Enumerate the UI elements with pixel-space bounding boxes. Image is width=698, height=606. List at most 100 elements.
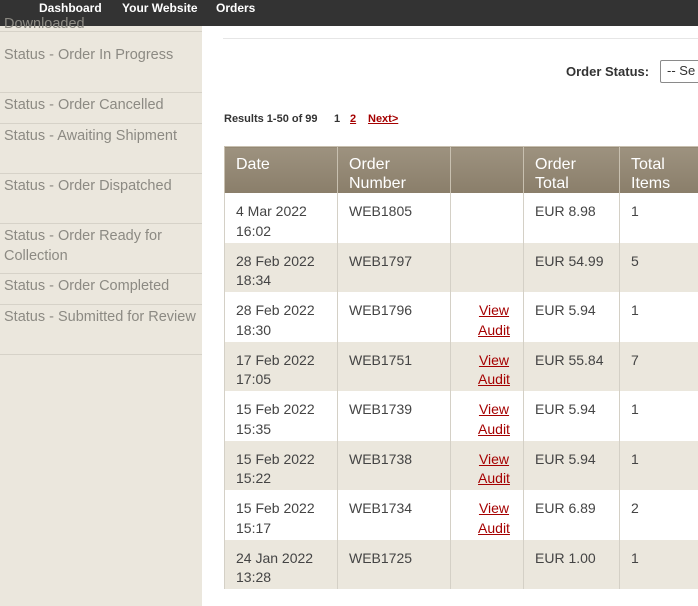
total-items-cell: 1 (619, 391, 698, 441)
order-total-cell: EUR 5.94 (523, 440, 620, 490)
date-cell: 17 Feb 2022 17:05 (224, 341, 338, 391)
view-audit-link[interactable]: View Audit (478, 352, 510, 388)
date-cell: 24 Jan 2022 13:28 (224, 539, 338, 589)
sidebar-item-label: Status - Submitted for Review (4, 309, 196, 325)
order-time: 15:35 (236, 420, 272, 437)
table-row[interactable]: 15 Feb 2022 15:17 WEB1734 View Audit EUR 6.89… (224, 490, 698, 540)
order-total-cell: EUR 55.84 (523, 341, 620, 391)
audit-cell (450, 242, 524, 292)
table-row[interactable]: 15 Feb 2022 15:35 WEB1739 View Audit EUR 5.94… (224, 391, 698, 441)
order-number-cell: WEB1796 (337, 292, 451, 342)
column-header-order-total[interactable]: Order Total (523, 146, 620, 193)
order-date: 15 Feb 2022 (236, 450, 315, 467)
order-status-select[interactable]: -- Se (660, 60, 698, 83)
nav-orders[interactable]: Orders (216, 0, 255, 16)
order-number-cell: WEB1797 (337, 242, 451, 292)
order-number-cell: WEB1805 (337, 193, 451, 243)
page-1-current: 1 (334, 113, 341, 125)
total-items-cell: 2 (619, 490, 698, 540)
sidebar-item-order-in-progress[interactable]: Status - Order In Progress (0, 43, 202, 93)
order-total-cell: EUR 54.99 (523, 242, 620, 292)
table-row[interactable]: 28 Feb 2022 18:30 WEB1796 View Audit EUR 5.94… (224, 292, 698, 342)
order-time: 18:34 (236, 272, 272, 288)
sidebar-item-order-dispatched[interactable]: Status - Order Dispatched (0, 174, 202, 224)
view-audit-link[interactable]: View Audit (478, 451, 510, 487)
results-count: Results 1-50 of 99 (224, 113, 318, 125)
audit-link-label: Audit (478, 371, 510, 387)
sidebar-item-awaiting-shipment[interactable]: Status - Awaiting Shipment (0, 124, 202, 174)
order-total-cell: EUR 1.00 (523, 539, 620, 589)
table-row[interactable]: 28 Feb 2022 18:34 WEB1797 EUR 54.99 5 (224, 242, 698, 292)
order-date: 28 Feb 2022 (236, 252, 315, 269)
audit-link-label: Audit (478, 420, 510, 437)
view-link-label: View (478, 450, 510, 467)
page-2-link[interactable]: 2 (350, 113, 356, 125)
sidebar: Downloaded Status - Order In Progress St… (0, 16, 202, 606)
column-header-date[interactable]: Date (224, 146, 338, 193)
audit-link-label: Audit (478, 519, 510, 536)
audit-link-label: Audit (478, 470, 510, 486)
order-status-label: Order Status: (566, 64, 650, 79)
next-page-link[interactable]: Next> (368, 113, 398, 125)
order-total-cell: EUR 5.94 (523, 292, 620, 342)
total-items-cell: 5 (619, 242, 698, 292)
audit-cell (450, 193, 524, 243)
sidebar-item-downloaded[interactable]: Downloaded (0, 14, 202, 32)
order-number-cell: WEB1738 (337, 440, 451, 490)
orders-table: Date Order Number Order Total Total Item… (224, 146, 698, 589)
pagination-bar: Results 1-50 of 99 1 2 Next> (224, 113, 398, 125)
sidebar-item-label: Status - Order In Progress (4, 47, 174, 63)
total-items-cell: 1 (619, 292, 698, 342)
total-items-cell: 1 (619, 193, 698, 243)
sidebar-item-label: Status - Order Dispatched (4, 178, 172, 194)
column-header-order-number[interactable]: Order Number (337, 146, 451, 193)
audit-cell: View Audit (450, 440, 524, 490)
column-header-total-items[interactable]: Total Items (619, 146, 698, 193)
date-cell: 15 Feb 2022 15:17 (224, 490, 338, 540)
audit-cell: View Audit (450, 292, 524, 342)
order-number-cell: WEB1734 (337, 490, 451, 540)
sidebar-item-order-completed[interactable]: Status - Order Completed (0, 274, 202, 305)
order-date: 24 Jan 2022 (236, 549, 314, 566)
order-total-cell: EUR 8.98 (523, 193, 620, 243)
order-time: 18:30 (236, 321, 272, 338)
order-time: 15:22 (236, 470, 272, 486)
view-audit-link[interactable]: View Audit (478, 302, 510, 338)
table-header-row: Date Order Number Order Total Total Item… (224, 146, 698, 193)
total-items-cell: 1 (619, 539, 698, 589)
sidebar-item-label: Status - Order Completed (4, 278, 170, 294)
order-total-cell: EUR 5.94 (523, 391, 620, 441)
view-audit-link[interactable]: View Audit (478, 401, 510, 437)
sidebar-item-label: Downloaded (4, 16, 85, 32)
order-time: 15:17 (236, 519, 272, 536)
column-header-audit (450, 146, 524, 193)
table-row[interactable]: 24 Jan 2022 13:28 WEB1725 EUR 1.00 1 (224, 539, 698, 589)
view-link-label: View (478, 401, 510, 417)
audit-cell: View Audit (450, 490, 524, 540)
date-cell: 15 Feb 2022 15:35 (224, 391, 338, 441)
sidebar-item-order-ready-for-collection[interactable]: Status - Order Ready for Collection (0, 224, 202, 274)
date-cell: 4 Mar 2022 16:02 (224, 193, 338, 243)
date-cell: 15 Feb 2022 15:22 (224, 440, 338, 490)
order-time: 17:05 (236, 371, 272, 387)
order-number-cell: WEB1725 (337, 539, 451, 589)
view-link-label: View (478, 302, 510, 318)
table-row[interactable]: 15 Feb 2022 15:22 WEB1738 View Audit EUR 5.94… (224, 440, 698, 490)
total-items-cell: 1 (619, 440, 698, 490)
table-row[interactable]: 17 Feb 2022 17:05 WEB1751 View Audit EUR 55.8… (224, 341, 698, 391)
view-link-label: View (478, 351, 510, 368)
audit-link-label: Audit (478, 321, 510, 338)
order-number-cell: WEB1739 (337, 391, 451, 441)
view-link-label: View (478, 500, 510, 516)
order-number-cell: WEB1751 (337, 341, 451, 391)
order-date: 28 Feb 2022 (236, 302, 315, 318)
total-items-cell: 7 (619, 341, 698, 391)
view-audit-link[interactable]: View Audit (478, 500, 510, 536)
date-cell: 28 Feb 2022 18:34 (224, 242, 338, 292)
sidebar-item-submitted-for-review[interactable]: Status - Submitted for Review (0, 305, 202, 355)
sidebar-item-order-cancelled[interactable]: Status - Order Cancelled (0, 93, 202, 124)
table-row[interactable]: 4 Mar 2022 16:02 WEB1805 EUR 8.98 1 (224, 193, 698, 243)
sidebar-item-label: Status - Order Cancelled (4, 97, 164, 113)
sidebar-item-label: Status - Awaiting Shipment (4, 128, 178, 144)
order-date: 4 Mar 2022 (236, 203, 307, 219)
